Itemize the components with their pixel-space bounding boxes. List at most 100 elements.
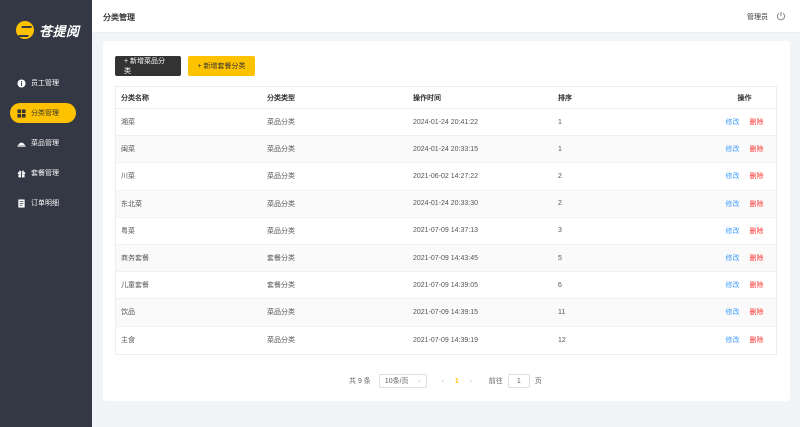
edit-button[interactable]: 修改	[726, 146, 740, 153]
row-actions: 修改 删除	[713, 144, 776, 154]
category-type: 菜品分类	[267, 200, 295, 208]
add-dish-category-button[interactable]: + 新增菜品分类	[115, 56, 181, 76]
sort-order: 2	[558, 172, 562, 180]
page-size-select[interactable]: 10条/页 ⌄	[378, 374, 427, 388]
column-header-actions: 操作	[737, 94, 752, 102]
sort-order: 1	[558, 145, 562, 153]
chevron-down-icon: ⌄	[416, 378, 422, 384]
category-type: 菜品分类	[267, 146, 295, 154]
delete-button[interactable]: 删除	[750, 309, 764, 316]
operation-time: 2021-07-09 14:39:15	[413, 308, 478, 316]
category-type: 套餐分类	[267, 255, 295, 263]
row-actions: 修改 删除	[713, 253, 776, 263]
sidebar-item-combos[interactable]: 套餐管理	[10, 163, 76, 183]
header: 分类管理 管理员	[92, 0, 800, 33]
gift-icon	[16, 168, 26, 178]
delete-button[interactable]: 删除	[750, 255, 764, 262]
sort-order: 3	[558, 227, 562, 235]
column-header-sort: 排序	[558, 94, 572, 102]
sort-order: 11	[558, 308, 566, 316]
operation-time: 2021-07-09 14:39:05	[413, 281, 478, 289]
sidebar-item-orders[interactable]: 订单明细	[10, 193, 76, 213]
document-icon	[16, 198, 26, 208]
grid-icon	[16, 108, 26, 118]
delete-button[interactable]: 删除	[750, 228, 764, 235]
category-type: 套餐分类	[267, 282, 295, 290]
edit-button[interactable]: 修改	[726, 282, 740, 289]
sidebar: 苍提阅 员工管理 分类管理 菜品管理 套餐管理 订单明细	[0, 0, 92, 427]
sort-order: 12	[558, 336, 566, 344]
category-name: 主食	[121, 337, 135, 345]
table-row: 儿童套餐 套餐分类 2021-07-09 14:39:05 6 修改 删除	[116, 272, 776, 300]
sidebar-menu: 员工管理 分类管理 菜品管理 套餐管理 订单明细	[0, 73, 92, 223]
next-page-button[interactable]: ›	[465, 378, 477, 385]
sidebar-item-categories[interactable]: 分类管理	[10, 103, 76, 123]
delete-button[interactable]: 删除	[750, 337, 764, 344]
table-row: 川菜 菜品分类 2021-06-02 14:27:22 2 修改 删除	[116, 163, 776, 191]
category-name: 川菜	[121, 173, 135, 181]
edit-button[interactable]: 修改	[726, 201, 740, 208]
logo-icon	[16, 21, 34, 39]
operation-time: 2024-01-24 20:33:30	[413, 200, 478, 208]
table-row: 饮品 菜品分类 2021-07-09 14:39:15 11 修改 删除	[116, 299, 776, 327]
power-icon[interactable]	[776, 11, 786, 21]
table-row: 商务套餐 套餐分类 2021-07-09 14:43:45 5 修改 删除	[116, 244, 776, 273]
row-actions: 修改 删除	[713, 171, 776, 181]
edit-button[interactable]: 修改	[726, 255, 740, 262]
goto-page-input[interactable]: 1	[507, 374, 530, 388]
pagination-total: 共 9 条	[349, 378, 371, 385]
dish-icon	[16, 138, 26, 148]
row-actions: 修改 删除	[713, 280, 776, 290]
sidebar-item-label: 菜品管理	[31, 140, 59, 147]
operation-time: 2024-01-24 20:33:15	[413, 145, 478, 153]
table-row: 东北菜 菜品分类 2024-01-24 20:33:30 2 修改 删除	[116, 190, 776, 218]
sidebar-item-label: 分类管理	[31, 110, 59, 117]
page-title: 分类管理	[103, 13, 135, 22]
sort-order: 5	[558, 254, 562, 262]
table-body: 湘菜 菜品分类 2024-01-24 20:41:22 1 修改 删除 闽菜 菜品…	[116, 109, 776, 354]
category-name: 东北菜	[121, 200, 142, 208]
edit-button[interactable]: 修改	[726, 309, 740, 316]
current-page-number[interactable]: 1	[449, 378, 465, 385]
delete-button[interactable]: 删除	[750, 282, 764, 289]
column-header-name: 分类名称	[121, 94, 149, 102]
edit-button[interactable]: 修改	[726, 337, 740, 344]
info-icon	[16, 78, 26, 88]
delete-button[interactable]: 删除	[750, 119, 764, 126]
sidebar-item-dishes[interactable]: 菜品管理	[10, 133, 76, 153]
category-table: 分类名称 分类类型 操作时间 排序 操作 湘菜 菜品分类 2024-01-24 …	[115, 86, 777, 355]
category-type: 菜品分类	[267, 309, 295, 317]
row-actions: 修改 删除	[713, 199, 776, 209]
column-header-type: 分类类型	[267, 94, 295, 102]
logo: 苍提阅	[16, 20, 80, 40]
table-row: 湘菜 菜品分类 2024-01-24 20:41:22 1 修改 删除	[116, 109, 776, 137]
sidebar-item-employees[interactable]: 员工管理	[10, 73, 76, 93]
category-type: 菜品分类	[267, 173, 295, 181]
operation-time: 2021-06-02 14:27:22	[413, 172, 478, 180]
edit-button[interactable]: 修改	[726, 228, 740, 235]
operation-time: 2024-01-24 20:41:22	[413, 118, 478, 126]
category-name: 儿童套餐	[121, 282, 149, 290]
delete-button[interactable]: 删除	[750, 146, 764, 153]
category-name: 闽菜	[121, 146, 135, 154]
table-row: 粤菜 菜品分类 2021-07-09 14:37:13 3 修改 删除	[116, 218, 776, 245]
category-type: 菜品分类	[267, 119, 295, 127]
operation-time: 2021-07-09 14:39:19	[413, 336, 478, 344]
sidebar-item-label: 套餐管理	[31, 170, 59, 177]
logo-text: 苍提阅	[39, 24, 80, 40]
prev-page-button[interactable]: ‹	[437, 378, 449, 385]
operation-time: 2021-07-09 14:37:13	[413, 227, 478, 235]
add-combo-category-button[interactable]: + 新增套餐分类	[188, 56, 255, 76]
goto-prefix: 前往	[488, 378, 503, 385]
sidebar-item-label: 员工管理	[31, 80, 59, 87]
edit-button[interactable]: 修改	[726, 173, 740, 180]
row-actions: 修改 删除	[713, 226, 776, 236]
edit-button[interactable]: 修改	[726, 119, 740, 126]
table-header: 分类名称 分类类型 操作时间 排序 操作	[116, 87, 776, 109]
row-actions: 修改 删除	[713, 117, 776, 127]
category-name: 饮品	[121, 309, 135, 317]
delete-button[interactable]: 删除	[750, 201, 764, 208]
user-name[interactable]: 管理员	[747, 12, 768, 22]
row-actions: 修改 删除	[713, 307, 776, 317]
delete-button[interactable]: 删除	[750, 173, 764, 180]
